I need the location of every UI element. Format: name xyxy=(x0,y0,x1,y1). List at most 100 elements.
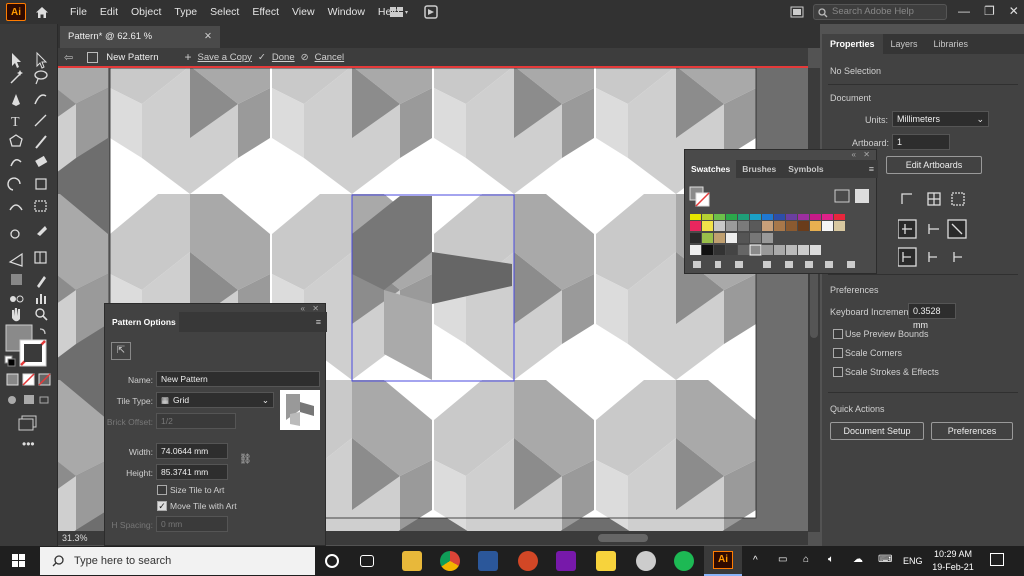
width-field[interactable]: 74.0644 mm xyxy=(156,443,228,459)
show-hidden-icons[interactable]: ^ xyxy=(753,555,758,566)
menu-type[interactable]: Type xyxy=(174,6,197,18)
tab-brushes[interactable]: Brushes xyxy=(736,160,782,178)
menu-file[interactable]: File xyxy=(70,6,87,18)
pattern-edit-bar: ⇦ New Pattern + Save a Copy ✓ Done ⊘ Can… xyxy=(58,48,808,68)
save-copy-button[interactable]: Save a Copy xyxy=(198,52,252,63)
artboard-select[interactable]: 1 xyxy=(892,134,950,150)
taskbar-search-placeholder: Type here to search xyxy=(74,555,172,567)
onedrive-icon[interactable]: ☁ xyxy=(853,554,863,565)
home-icon[interactable] xyxy=(32,3,52,21)
restore-icon[interactable]: ❐ xyxy=(984,4,995,18)
notifications-icon[interactable] xyxy=(990,553,1004,566)
close-icon[interactable]: ✕ xyxy=(1009,4,1019,18)
plus-icon: + xyxy=(184,50,192,64)
keyboard-icon[interactable]: ⌨ xyxy=(878,554,892,565)
gpu-performance-icon[interactable] xyxy=(420,4,442,20)
tab-properties[interactable]: Properties xyxy=(822,34,883,54)
preferences-button[interactable]: Preferences xyxy=(931,422,1013,440)
pattern-name: New Pattern xyxy=(106,51,159,63)
network-icon[interactable]: ⌂ xyxy=(803,554,809,565)
size-tile-label: Size Tile to Art xyxy=(170,485,225,495)
vertical-scrollbar[interactable] xyxy=(808,68,820,532)
volume-icon[interactable]: 🔈︎ xyxy=(828,554,834,565)
taskbar-search-input[interactable]: Type here to search xyxy=(40,547,315,575)
pattern-options-title[interactable]: Pattern Options xyxy=(105,312,179,332)
use-preview-bounds-label: Use Preview Bounds xyxy=(845,329,929,339)
cancel-button[interactable]: Cancel xyxy=(315,52,345,63)
link-icon[interactable]: ⛓ xyxy=(239,454,252,465)
move-tile-checkbox[interactable]: ✓ xyxy=(157,501,167,511)
panel-arrange-icon[interactable] xyxy=(790,6,804,20)
illustrator-logo: Ai xyxy=(6,3,26,21)
illustrator-icon: Ai xyxy=(713,551,733,569)
app-icon[interactable] xyxy=(636,551,656,571)
units-select[interactable]: Millimeters ⌄ xyxy=(892,111,989,127)
scale-strokes-checkbox[interactable] xyxy=(833,367,843,377)
h-spacing-field[interactable]: 0 mm xyxy=(156,516,228,532)
edit-artboards-button[interactable]: Edit Artboards xyxy=(886,156,982,174)
scale-corners-checkbox[interactable] xyxy=(833,348,843,358)
tab-symbols[interactable]: Symbols xyxy=(782,160,829,178)
menu-edit[interactable]: Edit xyxy=(100,6,118,18)
tab-swatches[interactable]: Swatches xyxy=(685,160,737,178)
pattern-tile-tool-icon[interactable]: ⇱ xyxy=(111,342,131,360)
menu-window[interactable]: Window xyxy=(328,6,365,18)
panel-menu-icon[interactable]: ≡ xyxy=(316,312,321,332)
menu-select[interactable]: Select xyxy=(210,6,239,18)
pattern-name-field[interactable]: New Pattern xyxy=(156,371,320,387)
word-icon[interactable] xyxy=(478,551,498,571)
task-view-icon[interactable] xyxy=(360,555,374,567)
name-label: Name: xyxy=(127,375,153,385)
grid-icon: ▦ xyxy=(161,395,170,405)
arrange-documents-icon[interactable] xyxy=(388,4,410,20)
menu-effect[interactable]: Effect xyxy=(252,6,279,18)
document-tab[interactable]: Pattern* @ 62.61 % (CMYK/Preview) ✕ xyxy=(60,26,220,64)
chrome-icon[interactable] xyxy=(440,551,460,571)
menu-object[interactable]: Object xyxy=(131,6,161,18)
brick-offset-label: Brick Offset: xyxy=(106,417,153,427)
search-input[interactable]: Search Adobe Help xyxy=(813,4,947,20)
chevron-down-icon: ⌄ xyxy=(976,114,984,124)
use-preview-bounds-checkbox[interactable] xyxy=(833,329,843,339)
windows-start-icon[interactable] xyxy=(12,554,26,568)
transform-icons xyxy=(898,192,967,267)
units-value: Millimeters xyxy=(897,114,941,124)
illustrator-taskbar-button[interactable]: Ai xyxy=(704,546,742,576)
panel-menu-icon[interactable]: ≡ xyxy=(869,160,878,178)
cortana-icon[interactable] xyxy=(325,554,339,568)
collapse-icon[interactable]: « xyxy=(852,150,856,159)
size-tile-checkbox[interactable] xyxy=(157,485,167,495)
svg-text:T: T xyxy=(11,115,20,130)
swatch-grid[interactable] xyxy=(689,186,875,272)
done-button[interactable]: Done xyxy=(272,52,295,63)
close-tab-icon[interactable]: ✕ xyxy=(204,26,212,48)
clock-date[interactable]: 19-Feb-21 xyxy=(930,562,976,572)
document-setup-button[interactable]: Document Setup xyxy=(830,422,924,440)
h-spacing-label: H Spacing: xyxy=(111,520,153,530)
brick-offset-select[interactable]: 1/2 xyxy=(156,413,236,429)
sticky-notes-icon[interactable] xyxy=(596,551,616,571)
artboard-label: Artboard: xyxy=(852,138,890,148)
height-field[interactable]: 85.3741 mm xyxy=(156,464,228,480)
minimize-icon[interactable]: — xyxy=(958,4,970,18)
battery-icon[interactable]: ▭ xyxy=(778,554,787,565)
document-tab-bar: Pattern* @ 62.61 % (CMYK/Preview) ✕ xyxy=(58,24,820,64)
back-arrow-icon[interactable]: ⇦ xyxy=(64,51,73,64)
file-explorer-icon[interactable] xyxy=(402,551,422,571)
keyboard-increment-field[interactable]: 0.3528 mm xyxy=(908,303,956,330)
menu-view[interactable]: View xyxy=(292,6,315,18)
move-tile-label: Move Tile with Art xyxy=(170,501,237,511)
tile-type-select[interactable]: ▦ Grid ⌄ xyxy=(156,392,274,408)
zoom-level[interactable]: 31.3% xyxy=(62,533,88,543)
units-label: Units: xyxy=(865,115,889,125)
tab-layers[interactable]: Layers xyxy=(883,34,926,54)
language-indicator[interactable]: ENG xyxy=(903,556,923,566)
pattern-icon xyxy=(87,51,99,63)
spotify-icon[interactable] xyxy=(674,551,694,571)
powerpoint-icon[interactable] xyxy=(518,551,538,571)
document-heading: Document xyxy=(830,93,872,103)
close-panel-icon[interactable]: ✕ xyxy=(863,150,870,159)
clock-time[interactable]: 10:29 AM xyxy=(933,549,973,559)
tab-libraries[interactable]: Libraries xyxy=(926,34,977,54)
onenote-icon[interactable] xyxy=(556,551,576,571)
